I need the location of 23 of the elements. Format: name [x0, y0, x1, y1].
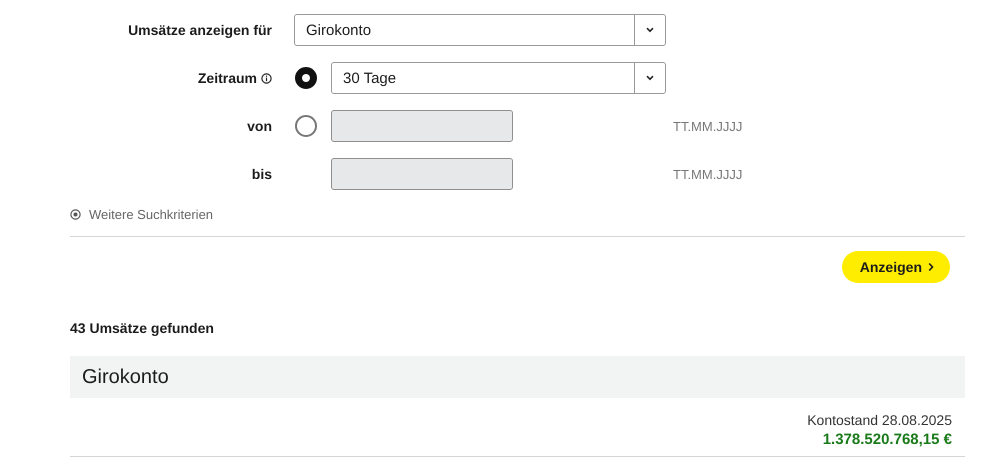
date-format-hint: TT.MM.JJJJ [672, 166, 744, 182]
result-count: 43 Umsätze gefunden [70, 320, 215, 336]
plus-circle-icon[interactable] [70, 209, 81, 220]
date-format-hint: TT.MM.JJJJ [672, 118, 744, 134]
field-label: von [246, 118, 273, 134]
chevron-down-icon [645, 27, 655, 33]
account-header: Girokonto [70, 356, 965, 398]
chevron-down-icon [645, 75, 655, 81]
field-label: bis [250, 166, 273, 182]
radio-button[interactable] [295, 67, 317, 89]
date-input-field[interactable] [331, 158, 513, 190]
more-criteria-link[interactable]: Weitere Suchkriterien [89, 207, 214, 222]
show-button[interactable]: Anzeigen [842, 251, 950, 283]
date-input-field[interactable] [331, 110, 513, 142]
balance-label: Kontostand 28.08.2025 [807, 412, 952, 428]
period-dropdown[interactable]: 30 Tage [331, 62, 666, 94]
account-dropdown[interactable]: Girokonto [294, 14, 666, 46]
chevron-right-icon [928, 262, 934, 272]
balance-amount: 1.378.520.768,15 € [822, 431, 952, 448]
field-label: Zeitraum [198, 70, 257, 86]
info-icon[interactable] [261, 72, 272, 84]
field-label: Umsätze anzeigen für [127, 22, 273, 38]
radio-button[interactable] [295, 115, 317, 137]
